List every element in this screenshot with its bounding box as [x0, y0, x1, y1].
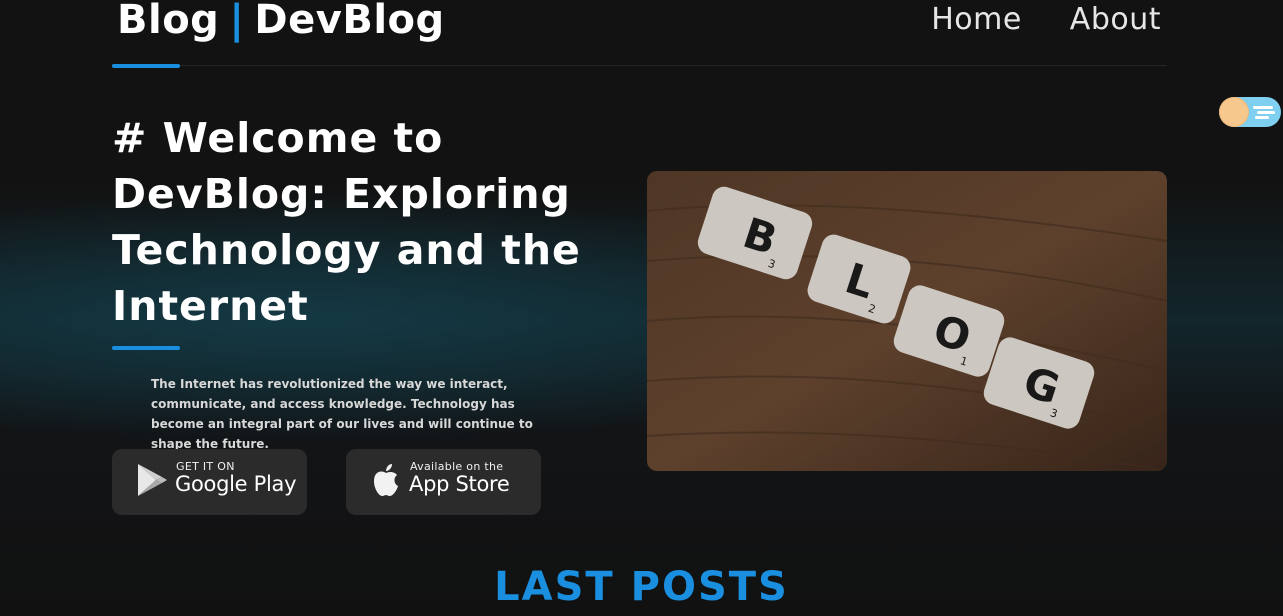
toggle-streak	[1253, 106, 1273, 109]
hero-image: B 3 L 2 O 1 G 3	[647, 171, 1167, 471]
app-store-button[interactable]: Available on the App Store	[346, 449, 541, 515]
site-header: Blog | DevBlog Home About	[112, 0, 1167, 66]
theme-toggle[interactable]	[1219, 97, 1281, 127]
toggle-streak	[1255, 116, 1269, 119]
hero-underline	[112, 346, 180, 350]
nav-home-link[interactable]: Home	[931, 2, 1022, 37]
apple-icon	[374, 464, 398, 496]
nav-about-link[interactable]: About	[1070, 2, 1161, 37]
hero-title: # Welcome to DevBlog: Exploring Technolo…	[112, 114, 581, 330]
site-logo[interactable]: Blog | DevBlog	[117, 0, 445, 43]
blog-tiles-illustration: B 3 L 2 O 1 G 3	[647, 171, 1167, 471]
last-posts-heading: LAST POSTS	[494, 564, 789, 610]
google-play-label: Google Play	[175, 472, 297, 496]
toggle-streak	[1257, 111, 1275, 114]
toggle-knob-sun-icon	[1220, 98, 1248, 126]
google-play-button[interactable]: GET IT ON Google Play	[112, 449, 307, 515]
brand-right: DevBlog	[254, 0, 445, 43]
google-play-icon	[138, 464, 167, 496]
main-nav: Home About	[931, 2, 1161, 37]
brand-separator: |	[229, 0, 245, 43]
brand-left: Blog	[117, 0, 220, 43]
brand-underline	[112, 64, 180, 68]
hero-description: The Internet has revolutionized the way …	[151, 377, 533, 451]
page: Blog | DevBlog Home About # Welcome to Dev…	[0, 0, 1283, 616]
app-store-label: App Store	[409, 472, 510, 496]
